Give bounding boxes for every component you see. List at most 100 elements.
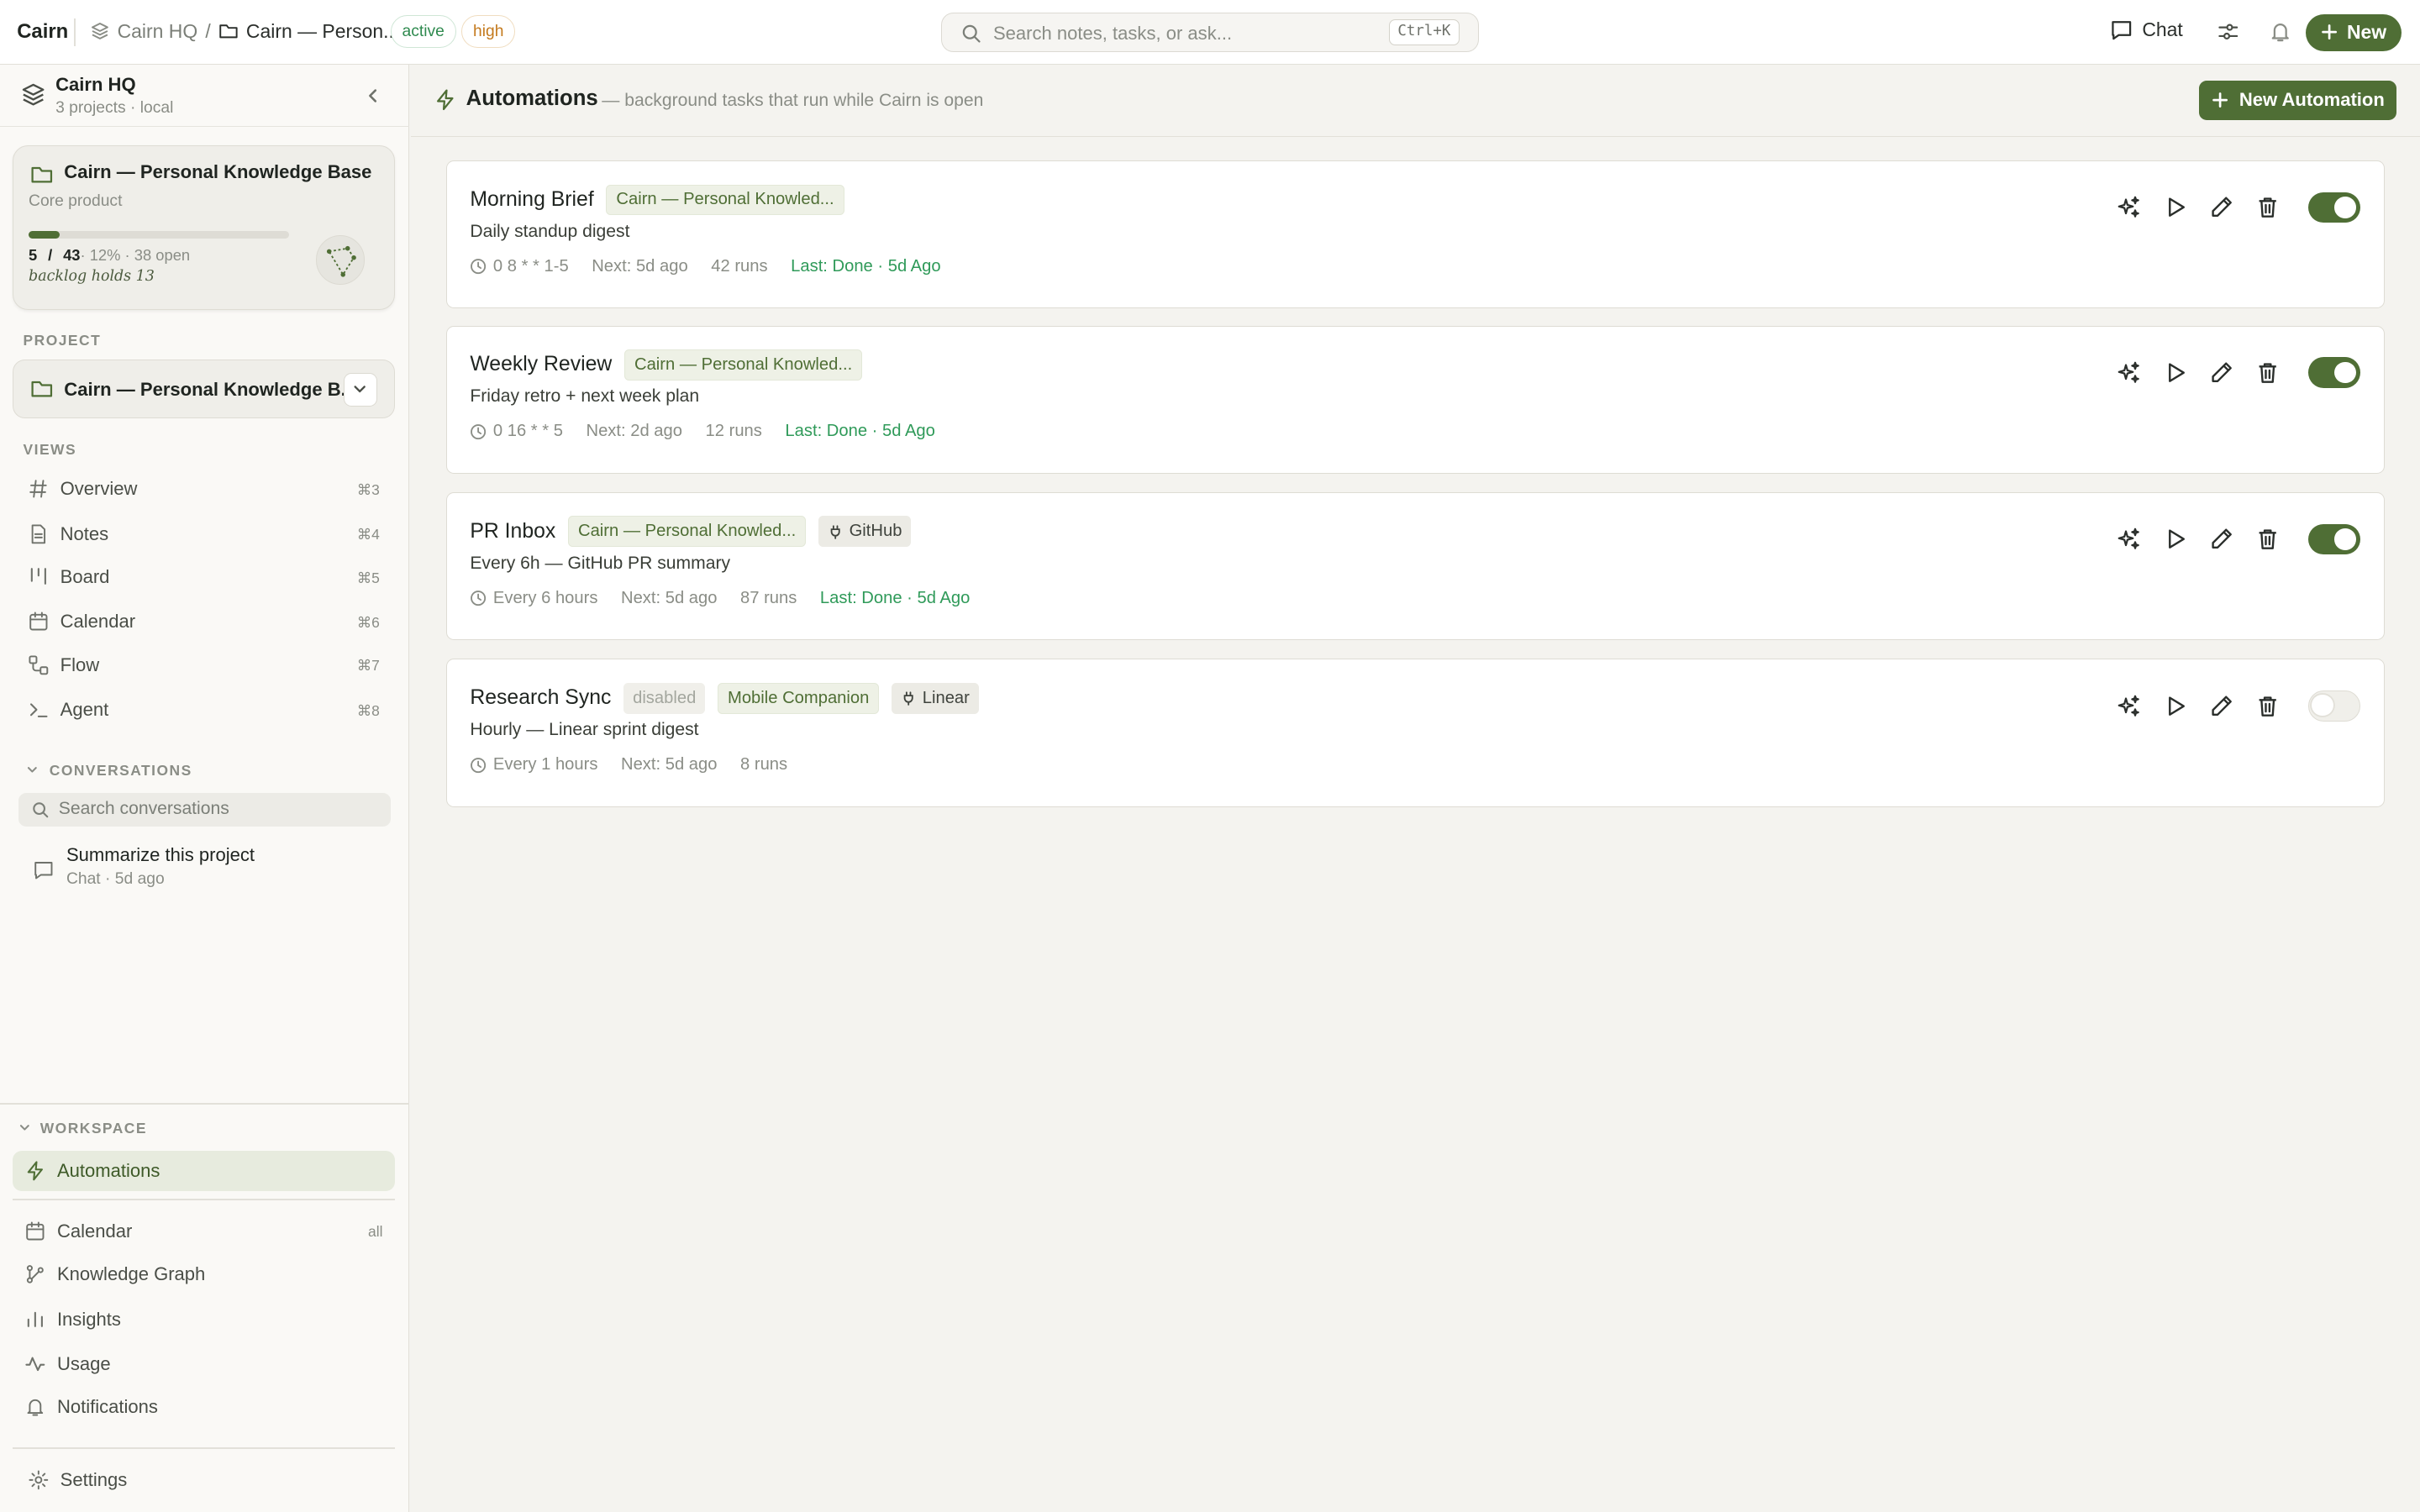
- integration-label: GitHub: [849, 522, 902, 541]
- play-icon[interactable]: [2163, 360, 2187, 385]
- nav-item-usage[interactable]: Usage: [13, 1344, 396, 1384]
- card-actions: [2117, 690, 2361, 722]
- project-tag[interactable]: Mobile Companion: [718, 682, 880, 714]
- breadcrumb-project[interactable]: Cairn — Person...: [246, 20, 399, 43]
- play-icon[interactable]: [2163, 694, 2187, 718]
- project-tag[interactable]: Cairn — Personal Knowled...: [623, 349, 863, 381]
- automation-meta: 0 16 * * 5 Next: 2d ago 12 runs Last: Do…: [470, 422, 935, 441]
- search-placeholder: Search notes, tasks, or ask...: [992, 22, 1233, 44]
- calendar-icon: [28, 611, 50, 633]
- constellation-icon: [315, 235, 366, 285]
- enable-toggle[interactable]: [2307, 357, 2361, 388]
- card-actions: [2117, 192, 2361, 223]
- nav-item-flow[interactable]: Flow ⌘7: [13, 645, 396, 685]
- pencil-icon[interactable]: [2209, 195, 2233, 219]
- nav-item-automations[interactable]: Automations: [12, 1151, 396, 1191]
- conversation-item[interactable]: Summarize this project Chat · 5d ago: [18, 843, 391, 898]
- integration-tag[interactable]: GitHub: [818, 516, 912, 548]
- sliders-icon[interactable]: [2217, 20, 2240, 44]
- breadcrumb-separator: /: [205, 19, 211, 42]
- workspace-section-label[interactable]: WORKSPACE: [40, 1120, 147, 1137]
- pencil-icon[interactable]: [2209, 694, 2233, 718]
- conversations-section-label[interactable]: CONVERSATIONS: [50, 762, 192, 780]
- bell-icon[interactable]: [2269, 20, 2292, 44]
- play-icon[interactable]: [2163, 527, 2187, 551]
- nav-item-notes[interactable]: Notes ⌘4: [13, 514, 396, 554]
- toggle-knob: [2333, 197, 2356, 218]
- automation-card[interactable]: Research Sync disabled Mobile Companion …: [445, 659, 2385, 807]
- nav-item-knowledge-graph[interactable]: Knowledge Graph: [13, 1254, 396, 1294]
- automation-name: PR Inbox: [470, 519, 556, 543]
- brand-logo[interactable]: Cairn: [17, 20, 68, 44]
- breadcrumb-workspace[interactable]: Cairn HQ: [118, 20, 198, 43]
- card-header: PR Inbox Cairn — Personal Knowled... Git…: [470, 516, 912, 548]
- nav-item-insights[interactable]: Insights: [13, 1299, 396, 1340]
- chevron-down-icon[interactable]: [18, 1121, 31, 1134]
- workspace-name: Cairn HQ: [55, 74, 136, 96]
- folder-icon: [30, 163, 54, 186]
- trash-icon[interactable]: [2255, 694, 2280, 718]
- nav-badge: all: [368, 1223, 383, 1241]
- enable-toggle[interactable]: [2307, 192, 2361, 223]
- project-dropdown-button[interactable]: [343, 372, 378, 407]
- nav-item-overview[interactable]: Overview ⌘3: [13, 469, 396, 509]
- last-run-status: Last: Done · 5d Ago: [819, 588, 971, 607]
- automation-description: Every 6h — GitHub PR summary: [470, 553, 731, 573]
- new-automation-button[interactable]: New Automation: [2199, 80, 2397, 121]
- clock-icon: [471, 591, 487, 606]
- project-selector[interactable]: Cairn — Personal Knowledge B...: [12, 359, 396, 418]
- nav-shortcut: ⌘7: [356, 657, 380, 675]
- enable-toggle[interactable]: [2307, 690, 2361, 722]
- card-actions: [2117, 357, 2361, 388]
- play-icon[interactable]: [2163, 195, 2187, 219]
- schedule: Every 6 hours: [470, 589, 597, 608]
- conversation-search-input[interactable]: Search conversations: [18, 793, 391, 827]
- sparkles-icon[interactable]: [2117, 360, 2141, 385]
- workspace-header[interactable]: Cairn HQ 3 projects · local: [0, 65, 409, 127]
- pencil-icon[interactable]: [2209, 527, 2233, 551]
- sparkles-icon[interactable]: [2117, 195, 2141, 219]
- enable-toggle[interactable]: [2307, 523, 2361, 555]
- sparkles-icon[interactable]: [2117, 527, 2141, 551]
- new-button[interactable]: New: [2306, 13, 2402, 51]
- project-card[interactable]: Cairn — Personal Knowledge Base Core pro…: [12, 144, 396, 311]
- toggle-knob: [2333, 528, 2356, 550]
- chevron-down-icon[interactable]: [26, 764, 39, 776]
- chat-button[interactable]: Chat: [2110, 18, 2183, 42]
- zap-icon: [24, 1160, 46, 1182]
- card-header: Morning Brief Cairn — Personal Knowled..…: [470, 184, 844, 216]
- project-card-subtitle: Core product: [29, 192, 123, 210]
- automation-card[interactable]: Morning Brief Cairn — Personal Knowled..…: [445, 160, 2385, 309]
- automation-card[interactable]: Weekly Review Cairn — Personal Knowled..…: [445, 325, 2385, 474]
- new-label: New: [2346, 21, 2387, 44]
- progress-separator: /: [48, 246, 53, 265]
- schedule: Every 1 hours: [470, 755, 597, 774]
- trash-icon[interactable]: [2255, 527, 2280, 551]
- trash-icon[interactable]: [2255, 195, 2280, 219]
- automation-name: Weekly Review: [470, 353, 613, 376]
- automation-card[interactable]: PR Inbox Cairn — Personal Knowled... Git…: [445, 491, 2385, 641]
- nav-item-settings[interactable]: Settings: [13, 1460, 396, 1500]
- nav-item-board[interactable]: Board ⌘5: [13, 557, 396, 597]
- chevron-left-icon[interactable]: [364, 87, 382, 105]
- nav-item-agent[interactable]: Agent ⌘8: [13, 690, 396, 730]
- chat-icon: [33, 859, 55, 881]
- nav-item-workspace-calendar[interactable]: Calendar all: [13, 1211, 396, 1252]
- divider: [12, 1446, 396, 1449]
- activity-icon: [24, 1353, 46, 1375]
- chat-icon: [2110, 18, 2133, 42]
- workspace-subtitle: 3 projects · local: [55, 98, 174, 117]
- search-input[interactable]: Search notes, tasks, or ask... Ctrl+K: [941, 12, 1479, 53]
- integration-tag[interactable]: Linear: [892, 682, 979, 714]
- project-tag[interactable]: Cairn — Personal Knowled...: [567, 516, 807, 548]
- nav-item-calendar[interactable]: Calendar ⌘6: [13, 601, 396, 642]
- run-count: 42 runs: [711, 256, 768, 276]
- sparkles-icon[interactable]: [2117, 694, 2141, 718]
- nav-label: Notifications: [56, 1396, 158, 1418]
- pencil-icon[interactable]: [2209, 360, 2233, 385]
- nav-item-notifications[interactable]: Notifications: [13, 1387, 396, 1427]
- last-run-status: Last: Done · 5d Ago: [785, 422, 935, 441]
- project-tag[interactable]: Cairn — Personal Knowled...: [606, 184, 844, 216]
- trash-icon[interactable]: [2255, 360, 2280, 385]
- schedule-text: 0 8 * * 1-5: [492, 256, 569, 276]
